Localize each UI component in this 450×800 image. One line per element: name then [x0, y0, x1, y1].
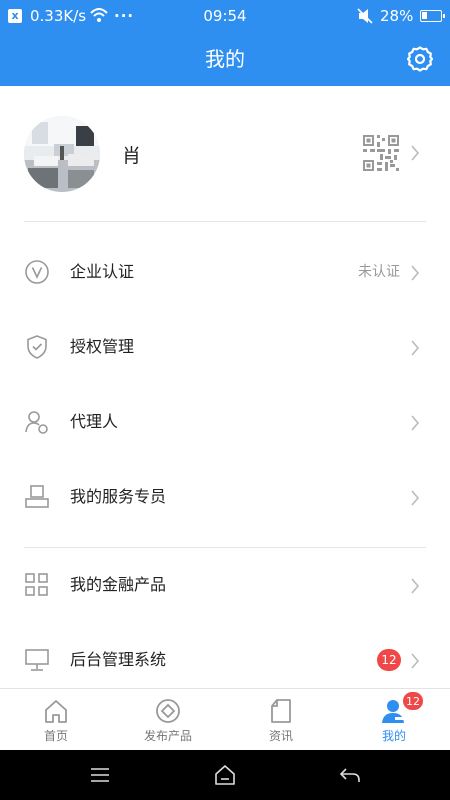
menu-label: 代理人	[70, 412, 119, 431]
profile-name: 肖	[122, 145, 142, 167]
menu-item-enterprise-verification[interactable]: 企业认证 未认证	[0, 235, 450, 309]
profile-card[interactable]: 肖	[0, 86, 450, 222]
divider	[24, 221, 426, 222]
menu-button[interactable]	[88, 763, 112, 787]
menu-label: 企业认证	[70, 262, 135, 281]
tab-news[interactable]: 资讯	[225, 689, 337, 751]
settings-button[interactable]	[406, 45, 434, 73]
chevron-right-icon	[410, 577, 420, 599]
chevron-right-icon	[410, 264, 420, 286]
chevron-right-icon	[410, 489, 420, 511]
grid-icon	[24, 572, 50, 598]
system-navigation-bar	[0, 750, 450, 800]
back-button[interactable]	[338, 763, 362, 787]
menu-label: 我的服务专员	[70, 487, 167, 506]
tab-label: 发布产品	[143, 729, 192, 743]
notification-badge: 12	[377, 649, 401, 671]
bottom-tab-bar: 首页 发布产品 资讯 12 我的	[0, 688, 450, 750]
monitor-icon	[24, 647, 50, 673]
chevron-right-icon	[410, 652, 420, 674]
chevron-right-icon	[410, 414, 420, 436]
menu-item-agent[interactable]: 代理人	[0, 385, 450, 459]
qr-code-icon[interactable]	[362, 134, 400, 172]
chevron-right-icon	[410, 339, 420, 361]
menu-label: 后台管理系统	[70, 650, 167, 669]
back-arrow-icon	[339, 768, 360, 782]
tab-publish[interactable]: 发布产品	[112, 689, 224, 751]
verification-status: 未认证	[358, 264, 400, 280]
notification-badge: 12	[402, 691, 424, 711]
tab-mine[interactable]: 12 我的	[338, 689, 450, 751]
home-icon	[42, 697, 70, 725]
menu-item-admin-system[interactable]: 后台管理系统 12	[0, 623, 450, 697]
shield-check-icon	[24, 334, 50, 360]
page-title: 我的	[205, 47, 245, 71]
menu-item-financial-products[interactable]: 我的金融产品	[0, 548, 450, 622]
menu-label: 授权管理	[70, 337, 135, 356]
home-outline-icon	[215, 765, 235, 785]
news-icon	[267, 697, 295, 725]
tab-label: 资讯	[268, 729, 293, 743]
mute-icon	[356, 0, 374, 32]
publish-icon	[154, 697, 182, 725]
header: 我的	[0, 32, 450, 86]
menu-item-service-specialist[interactable]: 我的服务专员	[0, 460, 450, 534]
verified-v-icon	[24, 259, 50, 285]
agent-person-icon	[24, 409, 50, 435]
home-button[interactable]	[213, 763, 237, 787]
tab-label: 首页	[43, 729, 68, 743]
status-bar: x 0.33K/s ··· 09:54 28%	[0, 0, 450, 32]
battery-icon	[420, 10, 445, 22]
chevron-right-icon	[410, 144, 420, 166]
service-person-icon	[24, 484, 50, 510]
avatar[interactable]	[24, 116, 100, 192]
tab-label: 我的	[381, 729, 406, 743]
battery-percent: 28%	[380, 7, 414, 25]
menu-item-authorization[interactable]: 授权管理	[0, 310, 450, 384]
gear-icon	[406, 46, 434, 72]
menu-icon	[91, 768, 109, 782]
menu-label: 我的金融产品	[70, 575, 167, 594]
tab-home[interactable]: 首页	[0, 689, 112, 751]
